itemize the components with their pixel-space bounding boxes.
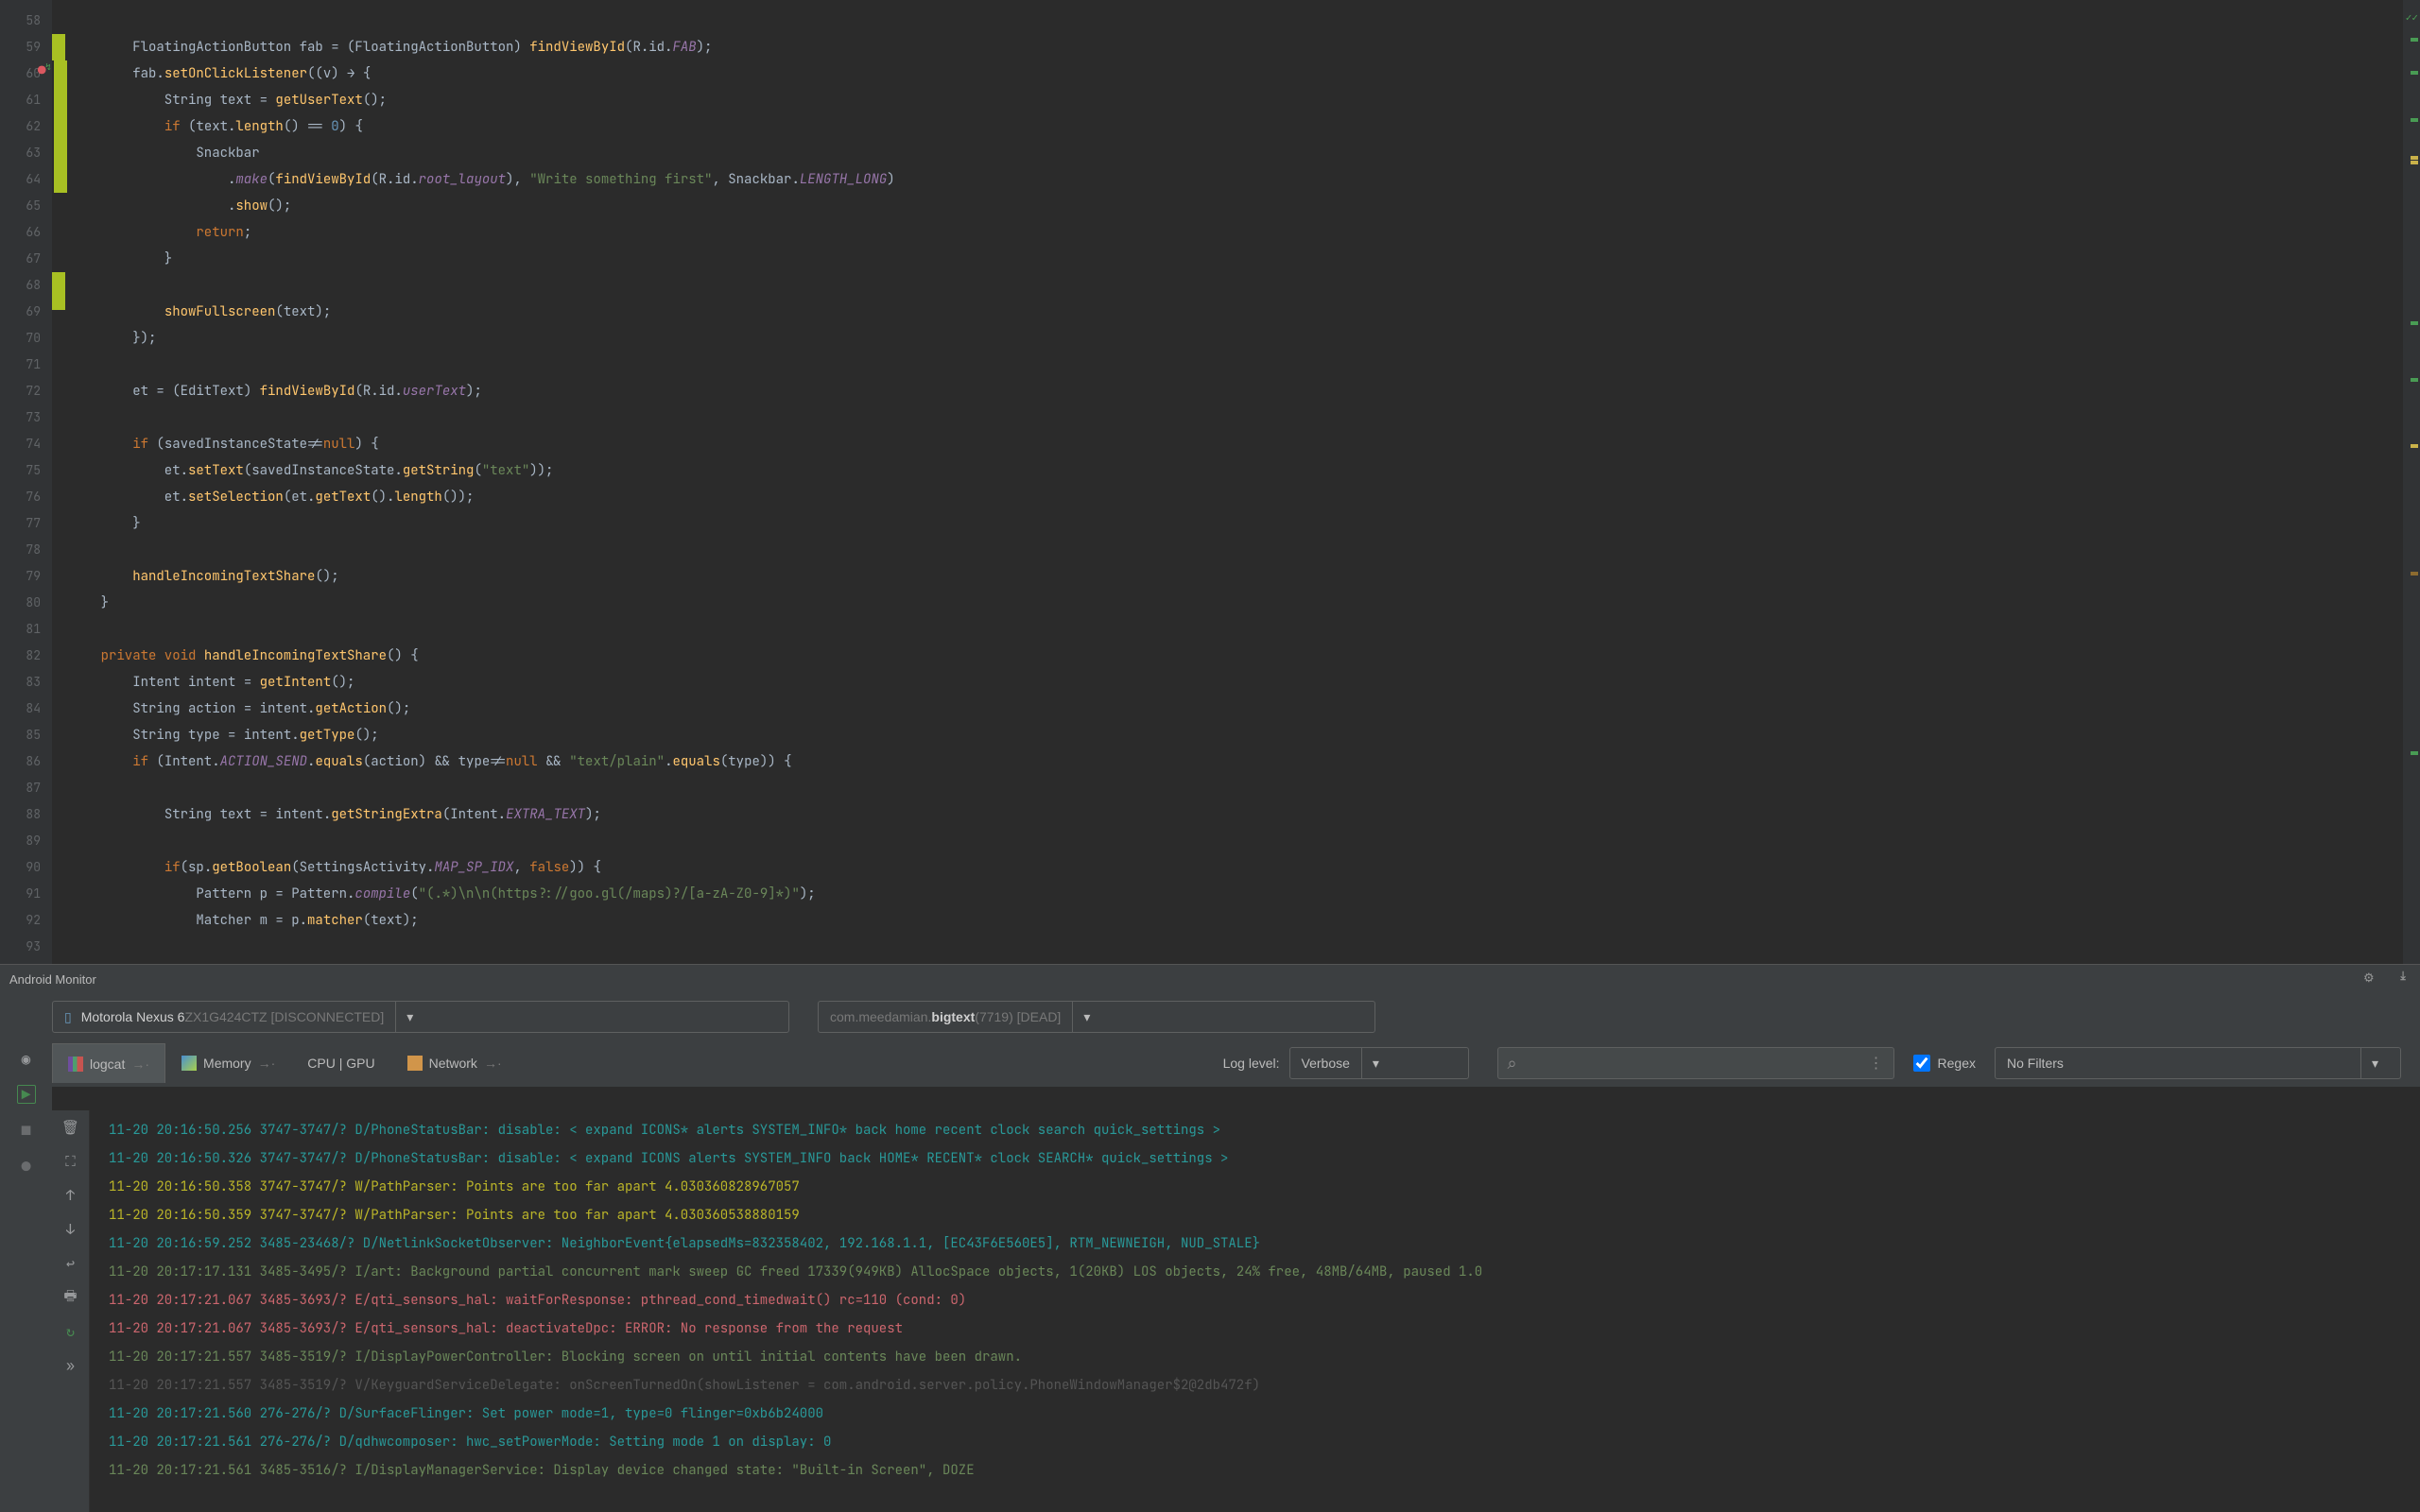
error-stripe-marker[interactable] [2411, 118, 2418, 122]
monitor-tabs-row: logcat →· Memory →· CPU | GPU Network →· Log l… [52, 1040, 2420, 1087]
screenshot-icon[interactable]: ◉ [17, 1049, 36, 1068]
device-serial: ZX1G424CTZ [DISCONNECTED] [184, 1009, 384, 1024]
process-pid: (7719) [DEAD] [975, 1009, 1061, 1024]
error-stripe-marker[interactable] [2411, 751, 2418, 755]
filter-value: No Filters [2007, 1056, 2064, 1071]
monitor-left-toolbar: ◉ ▶ ■ ● [0, 1040, 52, 1512]
log-line[interactable]: 11-20 20:17:21.557 3485-3519/? I/Display… [109, 1343, 2401, 1371]
log-line[interactable]: 11-20 20:16:50.256 3747-3747/? D/PhoneSt… [109, 1116, 2401, 1144]
code-editor[interactable]: 5859606162636465666768697071727374757677… [0, 0, 2420, 964]
chevron-down-icon[interactable]: ▾ [1072, 1002, 1100, 1032]
log-line[interactable]: 11-20 20:17:21.067 3485-3693/? E/qti_sen… [109, 1286, 2401, 1314]
device-combo[interactable]: ▯ Motorola Nexus 6 ZX1G424CTZ [DISCONNEC… [52, 1001, 789, 1033]
wrap-icon[interactable]: ↩ [61, 1254, 80, 1273]
vcs-change-marker [52, 34, 65, 60]
regex-label: Regex [1938, 1056, 1976, 1071]
memory-icon [182, 1056, 197, 1071]
code-content[interactable]: FloatingActionButton fab = (FloatingActi… [69, 0, 2420, 964]
process-pkg-bold: bigtext [931, 1009, 975, 1024]
log-line[interactable]: 11-20 20:17:17.131 3485-3495/? I/art: Ba… [109, 1258, 2401, 1286]
tab-pin-icon: →· [258, 1056, 276, 1071]
log-level-label: Log level: [1223, 1056, 1280, 1071]
up-arrow-icon[interactable]: ↑ [61, 1186, 80, 1205]
log-line[interactable]: 11-20 20:17:21.067 3485-3693/? E/qti_sen… [109, 1314, 2401, 1343]
tab-label: Memory [203, 1056, 251, 1071]
error-stripe-marker[interactable] [2411, 444, 2418, 448]
dot-icon[interactable]: ● [17, 1157, 36, 1176]
expand-icon[interactable]: » [61, 1356, 80, 1375]
error-stripe-marker[interactable] [2411, 378, 2418, 382]
tab-cpu[interactable]: CPU | GPU [291, 1043, 390, 1083]
process-pkg-pre: com.meedamian. [830, 1009, 931, 1024]
phone-icon: ▯ [64, 1009, 72, 1025]
regex-checkbox-input[interactable] [1913, 1055, 1930, 1072]
tab-label: Network [429, 1056, 477, 1071]
tab-pin-icon: →· [484, 1056, 502, 1071]
filter-icon[interactable]: ⛶ [61, 1152, 80, 1171]
logcat-output[interactable]: 11-20 20:16:50.256 3747-3747/? D/PhoneSt… [90, 1110, 2420, 1512]
tab-pin-icon: →· [131, 1057, 149, 1072]
tool-window-header[interactable]: Android Monitor ⚙ ⇥ [0, 964, 2420, 994]
logcat-toolbar: 🗑 ⛶ ↑ ↓ ↩ 🖶 ↻ » [52, 1110, 90, 1512]
error-stripe-marker[interactable] [2411, 161, 2418, 164]
hide-icon[interactable]: ⇥ [2392, 971, 2411, 989]
log-line[interactable]: 11-20 20:17:21.557 3485-3519/? V/Keyguar… [109, 1371, 2401, 1400]
tab-memory[interactable]: Memory →· [165, 1043, 291, 1083]
tab-label: logcat [90, 1057, 125, 1072]
log-line[interactable]: 11-20 20:17:21.560 276-276/? D/SurfaceFl… [109, 1400, 2401, 1428]
search-icon: ⌕ [1508, 1054, 1517, 1074]
chevron-down-icon[interactable]: ▾ [2360, 1048, 2389, 1078]
restart-icon[interactable]: ↻ [61, 1322, 80, 1341]
run-icon[interactable]: ▶ [17, 1085, 36, 1104]
error-stripe-marker[interactable] [2411, 156, 2418, 160]
log-line[interactable]: 11-20 20:17:21.561 276-276/? D/qdhwcompo… [109, 1428, 2401, 1456]
vcs-change-marker [54, 60, 67, 193]
regex-checkbox[interactable]: Regex [1913, 1055, 1976, 1072]
tab-logcat[interactable]: logcat →· [52, 1043, 165, 1083]
device-name: Motorola Nexus 6 [81, 1009, 185, 1024]
gear-icon[interactable]: ⚙ [2363, 971, 2382, 989]
chevron-down-icon[interactable]: ▾ [395, 1002, 424, 1032]
error-stripe-marker[interactable] [2411, 321, 2418, 325]
line-number-gutter: 5859606162636465666768697071727374757677… [0, 0, 52, 964]
breakpoint-icon[interactable] [38, 62, 45, 79]
stop-icon[interactable]: ■ [17, 1121, 36, 1140]
log-line[interactable]: 11-20 20:16:50.359 3747-3747/? W/PathPar… [109, 1201, 2401, 1229]
tool-window-title: Android Monitor [9, 972, 96, 987]
tab-network[interactable]: Network →· [391, 1043, 518, 1083]
dropdown-icon[interactable]: ⋮ [1869, 1054, 1884, 1073]
filter-combo[interactable]: No Filters ▾ [1995, 1047, 2401, 1079]
error-stripe-marker[interactable] [2411, 38, 2418, 42]
trash-icon[interactable]: 🗑 [61, 1118, 80, 1137]
change-marker-gutter [52, 0, 69, 964]
log-search-input[interactable]: ⌕ ⋮ [1497, 1047, 1894, 1079]
tab-label: CPU | GPU [307, 1056, 374, 1071]
process-combo[interactable]: com.meedamian.bigtext (7719) [DEAD] ▾ [818, 1001, 1375, 1033]
error-stripe-marker[interactable]: ✓✓ [2406, 11, 2418, 25]
log-level-combo[interactable]: Verbose ▾ [1289, 1047, 1469, 1079]
log-line[interactable]: 11-20 20:17:21.561 3485-3516/? I/Display… [109, 1456, 2401, 1485]
log-line[interactable]: 11-20 20:16:59.252 3485-23468/? D/Netlin… [109, 1229, 2401, 1258]
chevron-down-icon[interactable]: ▾ [1361, 1048, 1390, 1078]
down-arrow-icon[interactable]: ↓ [61, 1220, 80, 1239]
error-stripe[interactable]: ✓✓ [2403, 0, 2420, 964]
device-selector-row: ▯ Motorola Nexus 6 ZX1G424CTZ [DISCONNEC… [0, 994, 2420, 1040]
print-icon[interactable]: 🖶 [61, 1288, 80, 1307]
log-line[interactable]: 11-20 20:16:50.326 3747-3747/? D/PhoneSt… [109, 1144, 2401, 1173]
error-stripe-marker[interactable] [2411, 572, 2418, 576]
logcat-icon [68, 1057, 83, 1072]
error-stripe-marker[interactable] [2411, 71, 2418, 75]
log-level-value: Verbose [1302, 1056, 1350, 1071]
vcs-change-marker [52, 272, 65, 310]
log-line[interactable]: 11-20 20:16:50.358 3747-3747/? W/PathPar… [109, 1173, 2401, 1201]
network-icon [407, 1056, 423, 1071]
